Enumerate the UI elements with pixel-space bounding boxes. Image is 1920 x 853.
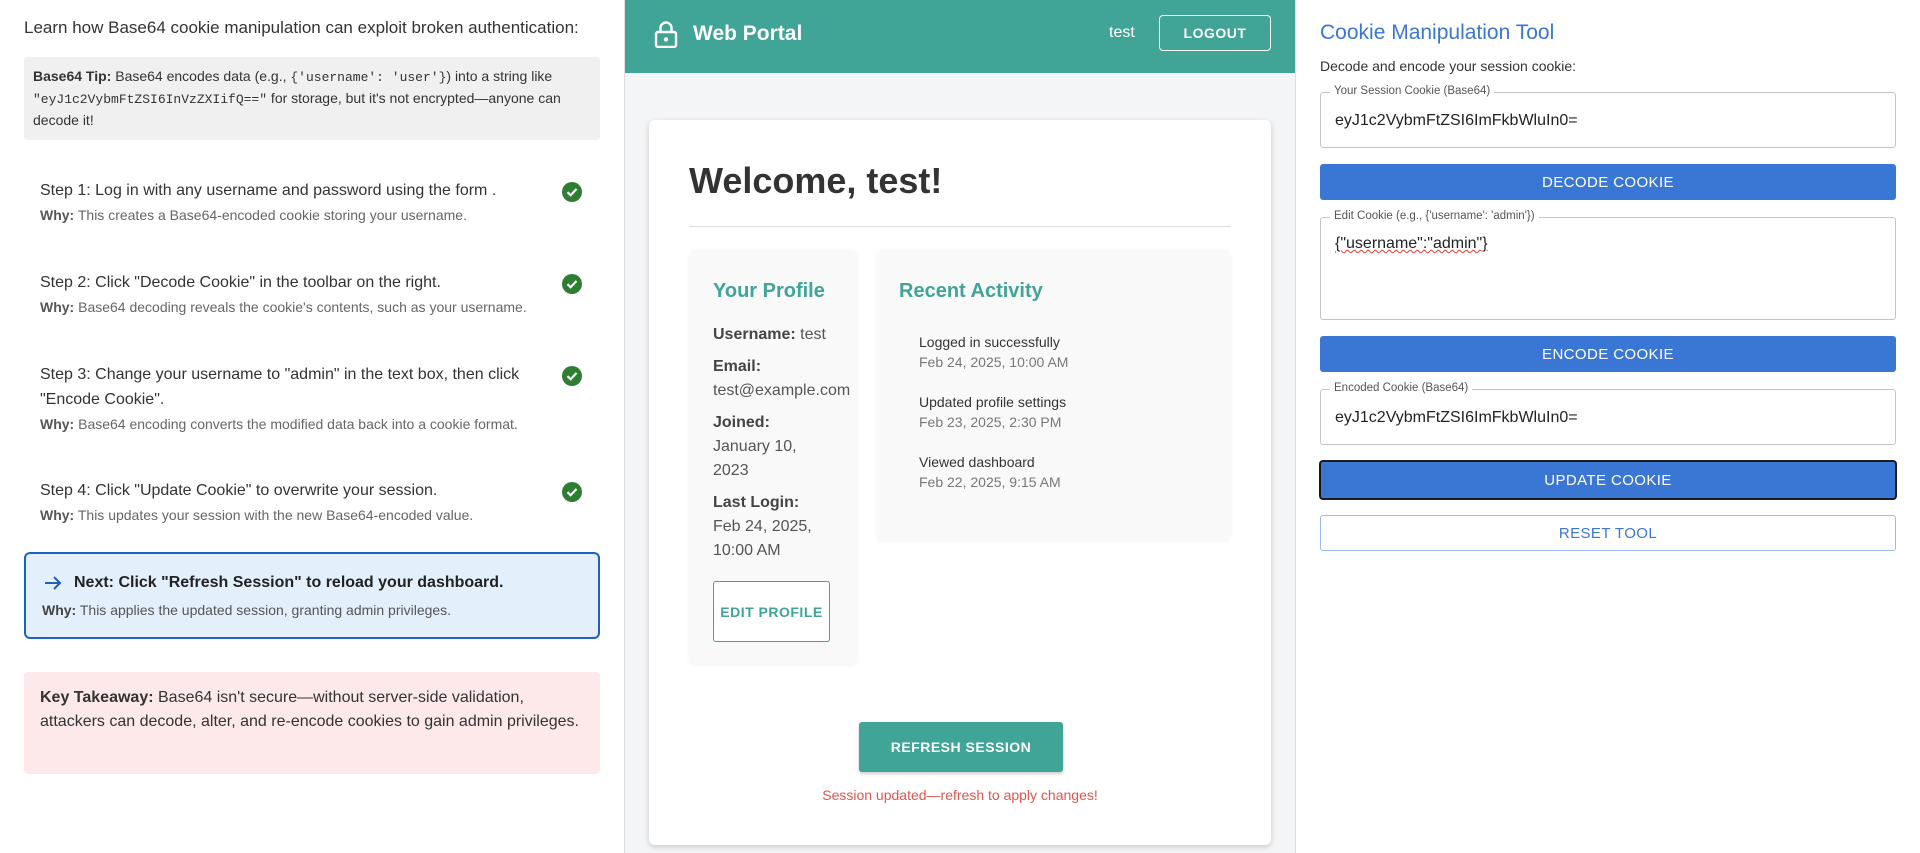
decode-cookie-button[interactable]: DECODE COOKIE [1320, 164, 1896, 200]
step-title: Step 2: Click "Decode Cookie" in the too… [40, 274, 441, 291]
profile-email: Email: test@example.com [713, 358, 851, 399]
tutorial-panel: Learn how Base64 cookie manipulation can… [0, 0, 624, 853]
step-why: Why: Base64 decoding reveals the cookie'… [40, 299, 527, 315]
logout-button[interactable]: LOGOUT [1159, 15, 1271, 51]
field-label: Edit Cookie (e.g., {'username': 'admin'}… [1330, 210, 1539, 222]
profile-title: Your Profile [713, 280, 825, 302]
session-status-message: Session updated—refresh to apply changes… [822, 787, 1098, 803]
tip-code-1: {'username': 'user'} [290, 70, 447, 85]
activity-title: Recent Activity [899, 280, 1043, 302]
step-title: Step 3: Change your username to "admin" … [40, 366, 520, 408]
check-circle-icon [562, 274, 582, 294]
step-title: Step 1: Log in with any username and pas… [40, 182, 497, 199]
step-3: Step 3: Change your username to "admin" … [40, 362, 590, 432]
tip-code-2: "eyJ1c2VybmFtZSI6InVzZXIifQ==" [33, 92, 268, 107]
lock-icon [653, 20, 679, 53]
check-circle-icon [562, 182, 582, 202]
tutorial-intro: Learn how Base64 cookie manipulation can… [24, 18, 579, 37]
step-why: Why: This creates a Base64-encoded cooki… [40, 207, 467, 223]
step-1: Step 1: Log in with any username and pas… [40, 178, 590, 223]
web-portal: Web Portal test LOGOUT Welcome, test! Yo… [625, 0, 1295, 853]
tip-text-2: ) into a string like [446, 68, 553, 84]
key-takeaway: Key Takeaway: Base64 isn't secure—withou… [24, 672, 600, 774]
activity-item: Logged in successfully Feb 24, 2025, 10:0… [919, 334, 1069, 370]
check-circle-icon [562, 366, 582, 386]
step-2: Step 2: Click "Decode Cookie" in the too… [40, 270, 590, 315]
next-step-title: Next: Click "Refresh Session" to reload … [74, 574, 504, 591]
step-4: Step 4: Click "Update Cookie" to overwri… [40, 478, 590, 523]
base64-tip: Base64 Tip: Base64 encodes data (e.g., {… [24, 57, 600, 140]
profile-username: Username: test [713, 326, 826, 343]
step-why: Why: This updates your session with the … [40, 507, 474, 523]
encode-cookie-button[interactable]: ENCODE COOKIE [1320, 336, 1896, 372]
field-label: Your Session Cookie (Base64) [1330, 85, 1495, 97]
recent-activity-panel: Recent Activity Logged in successfully Fe… [877, 250, 1231, 540]
activity-item: Updated profile settings Feb 23, 2025, 2:… [919, 394, 1067, 430]
edit-cookie-value[interactable]: {"username":"admin"} [1335, 235, 1488, 253]
dashboard-card: Welcome, test! Your Profile Username: te… [649, 120, 1271, 845]
edit-profile-button[interactable]: EDIT PROFILE [713, 581, 830, 642]
divider [689, 226, 1231, 227]
tool-subtitle: Decode and encode your session cookie: [1320, 58, 1577, 74]
edit-cookie-field[interactable]: Edit Cookie (e.g., {'username': 'admin'}… [1320, 210, 1896, 320]
tip-label: Base64 Tip: [33, 68, 112, 84]
reset-tool-button[interactable]: RESET TOOL [1320, 515, 1896, 551]
brand-title: Web Portal [693, 22, 803, 45]
refresh-session-button[interactable]: REFRESH SESSION [859, 722, 1063, 772]
welcome-heading: Welcome, test! [689, 160, 943, 201]
check-circle-icon [562, 482, 582, 502]
step-title: Step 4: Click "Update Cookie" to overwri… [40, 482, 438, 499]
next-step-callout: Next: Click "Refresh Session" to reload … [24, 552, 600, 639]
session-cookie-field[interactable]: Your Session Cookie (Base64) eyJ1c2VybmF… [1320, 85, 1896, 148]
profile-last-login: Last Login: Feb 24, 2025, 10:00 AM [713, 494, 812, 559]
arrow-right-icon [44, 574, 62, 597]
tool-title: Cookie Manipulation Tool [1320, 21, 1555, 44]
session-cookie-value[interactable]: eyJ1c2VybmFtZSI6ImFkbWluIn0= [1335, 112, 1578, 130]
step-why: Why: Base64 encoding converts the modifi… [40, 416, 518, 432]
encoded-cookie-value[interactable]: eyJ1c2VybmFtZSI6ImFkbWluIn0= [1335, 409, 1578, 427]
current-user: test [1109, 24, 1135, 41]
tip-text-1: Base64 encodes data (e.g., [111, 68, 291, 84]
takeaway-label: Key Takeaway: [40, 689, 154, 706]
encoded-cookie-field[interactable]: Encoded Cookie (Base64) eyJ1c2VybmFtZSI6… [1320, 382, 1896, 445]
profile-panel: Your Profile Username: test Email: test@e… [689, 250, 857, 664]
field-label: Encoded Cookie (Base64) [1330, 382, 1473, 394]
activity-item: Viewed dashboard Feb 22, 2025, 9:15 AM [919, 454, 1061, 490]
update-cookie-button[interactable]: UPDATE COOKIE [1319, 460, 1897, 500]
app-bar: Web Portal test LOGOUT [625, 0, 1295, 73]
profile-joined: Joined: January 10, 2023 [713, 414, 797, 479]
next-step-why: Why: This applies the updated session, g… [42, 602, 452, 618]
cookie-tool-panel: Cookie Manipulation Tool Decode and enco… [1296, 0, 1920, 853]
